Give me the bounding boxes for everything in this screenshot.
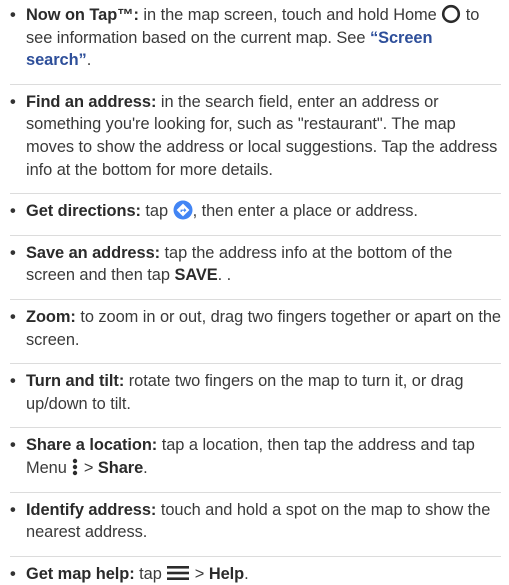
bullet: •: [10, 564, 16, 583]
tip-text: , then enter a place or address.: [192, 202, 418, 221]
tip-text: .: [244, 564, 249, 583]
bullet: •: [10, 202, 16, 221]
hamburger-menu-icon: [166, 563, 190, 583]
share-label: Share: [97, 458, 144, 477]
tip-text: >: [190, 564, 209, 583]
tip-text: tap: [134, 564, 167, 583]
tip-title: Get map help:: [26, 564, 135, 583]
tip-text: >: [79, 458, 98, 477]
maps-tips-list: • Now on Tap™: in the map screen, touch …: [10, 4, 501, 585]
home-circle-icon: [441, 4, 461, 24]
tip-text: .: [86, 51, 92, 70]
directions-icon: [173, 200, 193, 220]
list-item-now-on-tap: • Now on Tap™: in the map screen, touch …: [10, 4, 501, 85]
bullet: •: [10, 500, 16, 519]
list-item-zoom: • Zoom: to zoom in or out, drag two fing…: [10, 306, 502, 365]
list-item-share-location: • Share a location: tap a location, then…: [10, 434, 501, 493]
tip-title: Find an address:: [26, 92, 157, 111]
list-item-identify-address: • Identify address: touch and hold a spo…: [10, 499, 501, 557]
bullet: •: [10, 6, 16, 24]
list-item-get-directions: • Get directions: tap , then enter a pla…: [10, 200, 501, 236]
tip-title: Get directions:: [26, 202, 141, 221]
save-label: SAVE: [174, 266, 218, 285]
list-item-turn-and-tilt: • Turn and tilt: rotate two fingers on t…: [10, 370, 501, 429]
tip-title: Now on Tap™:: [26, 6, 139, 24]
bullet: •: [10, 92, 16, 111]
bullet: •: [10, 243, 16, 262]
tip-title: Zoom:: [26, 307, 76, 326]
tip-text: in the map screen, touch and hold Home: [138, 6, 442, 24]
list-item-save-address: • Save an address: tap the address info …: [10, 242, 501, 300]
tip-title: Save an address:: [26, 243, 161, 262]
tip-title: Turn and tilt:: [26, 372, 125, 391]
bullet: •: [10, 436, 16, 455]
tip-text: .: [143, 458, 148, 477]
bullet: •: [10, 307, 16, 326]
tip-title: Identify address:: [26, 500, 157, 519]
tip-text: to zoom in or out, drag two fingers toge…: [26, 307, 502, 349]
tip-text: . .: [217, 266, 232, 285]
help-page: • Now on Tap™: in the map screen, touch …: [0, 0, 509, 583]
tip-title: Share a location:: [26, 436, 158, 455]
list-item-get-map-help: • Get map help: tap > Help.: [10, 563, 501, 585]
list-item-find-address: • Find an address: in the search field, …: [10, 91, 501, 195]
help-label: Help: [208, 564, 245, 583]
tip-text: tap: [140, 202, 173, 221]
bullet: •: [10, 372, 16, 391]
